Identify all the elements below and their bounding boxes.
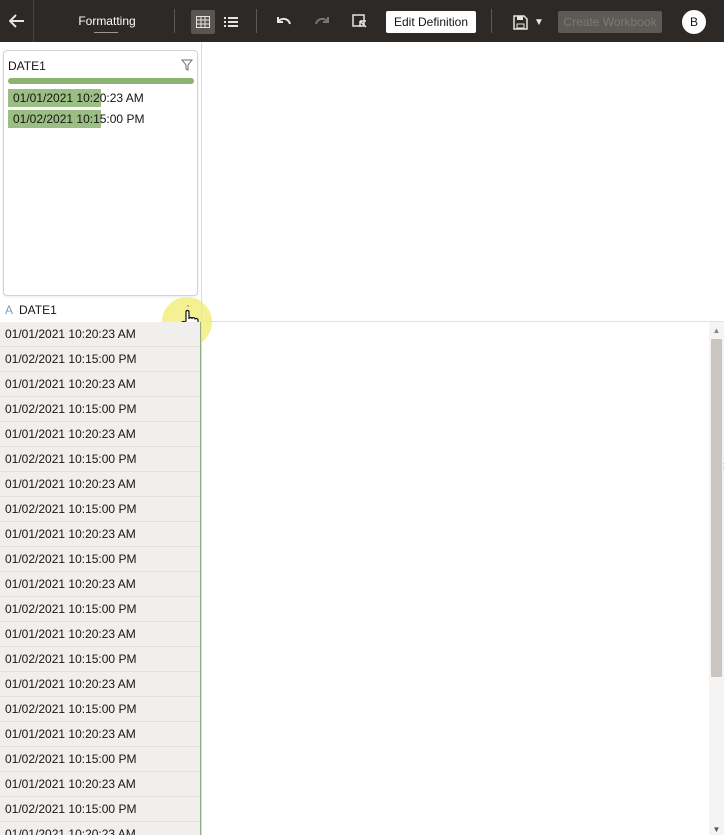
- create-workbook-button[interactable]: Create Workbook: [558, 11, 662, 33]
- table-row[interactable]: 01/01/2021 10:20:23 AM: [0, 822, 200, 835]
- completeness-bar: [8, 78, 194, 84]
- table-row[interactable]: 01/01/2021 10:20:23 AM: [0, 372, 200, 397]
- resize-grip-icon[interactable]: ⋮: [720, 462, 724, 484]
- table-row[interactable]: 01/02/2021 10:15:00 PM: [0, 797, 200, 822]
- data-column: 01/01/2021 10:20:23 AM 01/02/2021 10:15:…: [0, 322, 201, 835]
- table-row[interactable]: 01/01/2021 10:20:23 AM: [0, 472, 200, 497]
- list-view-icon[interactable]: [219, 10, 243, 34]
- undo-icon[interactable]: [272, 10, 296, 34]
- scroll-down-icon[interactable]: ▼: [709, 823, 724, 835]
- preview-icon[interactable]: [348, 10, 372, 34]
- toolbar: Formatting Edit Definition ▼ Create Work…: [0, 0, 724, 42]
- title-underline: [94, 32, 118, 33]
- scrollbar-thumb[interactable]: [711, 339, 722, 677]
- toolbar-divider: [174, 9, 175, 33]
- table-row[interactable]: 01/01/2021 10:20:23 AM: [0, 772, 200, 797]
- vertical-scrollbar[interactable]: ▲ ▼: [709, 322, 724, 835]
- value-row[interactable]: 01/01/2021 10:20:23 AM: [8, 89, 194, 107]
- scroll-up-icon[interactable]: ▲: [709, 324, 724, 336]
- table-row[interactable]: 01/02/2021 10:15:00 PM: [0, 597, 200, 622]
- redo-icon[interactable]: [310, 10, 334, 34]
- card-title: DATE1: [8, 59, 46, 73]
- table-row[interactable]: 01/01/2021 10:20:23 AM: [0, 722, 200, 747]
- avatar[interactable]: B: [682, 10, 706, 34]
- table-row[interactable]: 01/02/2021 10:15:00 PM: [0, 497, 200, 522]
- value-row[interactable]: 01/02/2021 10:15:00 PM: [8, 110, 194, 128]
- filter-icon[interactable]: [180, 58, 194, 71]
- table-row[interactable]: 01/01/2021 10:20:23 AM: [0, 622, 200, 647]
- table-row[interactable]: 01/02/2021 10:15:00 PM: [0, 447, 200, 472]
- table-row[interactable]: 01/01/2021 10:20:23 AM: [0, 322, 200, 347]
- grid-view-icon[interactable]: [191, 10, 215, 34]
- table-row[interactable]: 01/02/2021 10:15:00 PM: [0, 397, 200, 422]
- chevron-down-icon[interactable]: ▼: [532, 10, 546, 34]
- value-label: 01/01/2021 10:20:23 AM: [13, 91, 144, 105]
- table-row[interactable]: 01/02/2021 10:15:00 PM: [0, 347, 200, 372]
- save-icon[interactable]: [508, 10, 532, 34]
- table-row[interactable]: 01/01/2021 10:20:23 AM: [0, 422, 200, 447]
- table-row[interactable]: 01/02/2021 10:15:00 PM: [0, 647, 200, 672]
- table-row[interactable]: 01/01/2021 10:20:23 AM: [0, 672, 200, 697]
- back-arrow-icon[interactable]: [0, 0, 34, 42]
- pane-divider: [202, 321, 724, 322]
- pane-divider[interactable]: [201, 42, 202, 835]
- edit-definition-button[interactable]: Edit Definition: [386, 11, 476, 33]
- table-row[interactable]: 01/01/2021 10:20:23 AM: [0, 572, 200, 597]
- table-row[interactable]: 01/02/2021 10:15:00 PM: [0, 547, 200, 572]
- toolbar-divider: [256, 9, 257, 33]
- column-profile-card: DATE1 01/01/2021 10:20:23 AM 01/02/2021 …: [3, 50, 198, 296]
- value-label: 01/02/2021 10:15:00 PM: [13, 112, 145, 126]
- table-row[interactable]: 01/02/2021 10:15:00 PM: [0, 697, 200, 722]
- page-title[interactable]: Formatting: [62, 0, 152, 42]
- table-row[interactable]: 01/02/2021 10:15:00 PM: [0, 747, 200, 772]
- column-header-label: DATE1: [19, 303, 57, 317]
- table-row[interactable]: 01/01/2021 10:20:23 AM: [0, 522, 200, 547]
- toolbar-divider: [491, 9, 492, 33]
- text-type-icon: A: [5, 303, 14, 317]
